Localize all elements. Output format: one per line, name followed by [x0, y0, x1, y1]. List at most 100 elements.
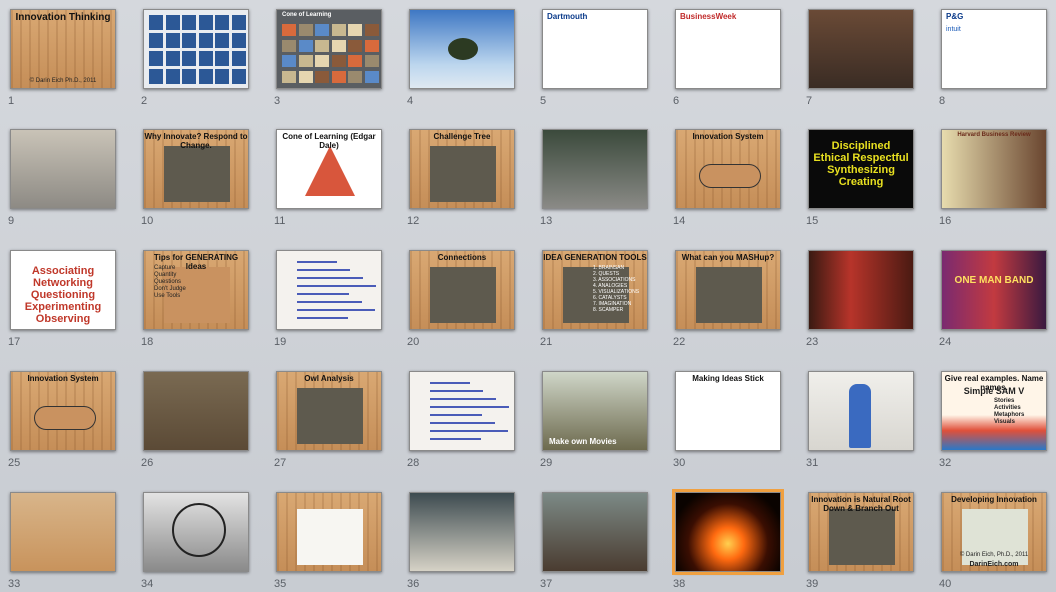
slide-thumbnail-6[interactable]: BusinessWeek [675, 9, 781, 89]
slide-number-label: 18 [141, 336, 154, 348]
slide-thumbnail-25[interactable]: Innovation System [10, 371, 116, 451]
mini-photo-tile [298, 39, 313, 52]
slide-number-label: 26 [141, 457, 154, 469]
mini-photo-tile [315, 55, 329, 67]
slide-thumbnail-17[interactable]: Associating Networking Questioning Exper… [10, 250, 116, 330]
slide-bullet-list: DarinEich.com [942, 561, 1046, 568]
slide-thumbnail-35[interactable] [276, 492, 382, 572]
mini-photo-tile [298, 70, 313, 83]
slide-thumbnail-22[interactable]: What can you MASHup? [675, 250, 781, 330]
scribble-line [430, 398, 496, 400]
slide-thumbnail-36[interactable] [409, 492, 515, 572]
slide-number-label: 10 [141, 215, 154, 227]
slide-number-label: 20 [407, 336, 420, 348]
slide-thumbnail-12[interactable]: Challenge Tree [409, 129, 515, 209]
slide-number-label: 3 [274, 95, 281, 107]
mini-photo-tile [331, 39, 346, 52]
slide-bullet-item: Don't Judge [154, 286, 186, 292]
slide-photo [297, 388, 363, 444]
slide-text: intuit [946, 26, 961, 33]
mini-slide-tile [165, 51, 180, 66]
slide-title: Cone of Learning [282, 12, 332, 18]
slide-text: Simple SAM V [963, 386, 1025, 396]
slide-thumbnail-39[interactable]: Innovation is Natural Root Down & Branch… [808, 492, 914, 572]
slide-thumbnail-14[interactable]: Innovation System [675, 129, 781, 209]
slide-number-label: 15 [806, 215, 819, 227]
mini-slide-tile [149, 69, 163, 84]
slide-number-label: 32 [939, 457, 952, 469]
slide-thumbnail-27[interactable]: Owl Analysis [276, 371, 382, 451]
mini-slide-tile [182, 69, 196, 84]
slide-bullet-item: Capture [154, 265, 176, 271]
slide-title: Make own Movies [549, 437, 617, 446]
floating-tree-image [448, 38, 478, 60]
slide-thumbnail-16[interactable]: Harvard Business Review [941, 129, 1047, 209]
slide-thumbnail-15[interactable]: Disciplined Ethical Respectful Synthesiz… [808, 129, 914, 209]
slide-title: BusinessWeek [680, 12, 737, 21]
slide-number-label: 29 [540, 457, 553, 469]
slide-bullet-item: Visuals [994, 419, 1015, 425]
slide-bullet-item: Quantity [154, 272, 177, 278]
slide-thumbnail-11[interactable]: Cone of Learning (Edgar Dale) [276, 129, 382, 209]
slide-thumbnail-30[interactable]: Making Ideas Stick [675, 371, 781, 451]
slide-bullet-list: 1. BRAINSAN 2. QUESTS 3. ASSOCIATIONS 4. AN… [593, 265, 639, 313]
scribble-line [430, 382, 470, 384]
slide-title: Innovation System [27, 374, 99, 383]
slide-thumbnail-9[interactable] [10, 129, 116, 209]
slide-thumbnail-31[interactable] [808, 371, 914, 451]
slide-thumbnail-34[interactable] [143, 492, 249, 572]
slide-thumbnail-21[interactable]: IDEA GENERATION TOOLS 1. BRAINSAN 2. QUEST… [542, 250, 648, 330]
slide-title: Connections [437, 253, 487, 262]
mini-slide-tile [182, 51, 196, 66]
mini-slide-tile [231, 51, 246, 66]
slide-title: Dartmouth [547, 12, 588, 21]
slide-thumbnail-8[interactable]: P&G intuit [941, 9, 1047, 89]
slide-thumbnail-29[interactable]: Make own Movies [542, 371, 648, 451]
slide-thumbnail-23[interactable] [808, 250, 914, 330]
slide-thumbnail-2[interactable] [143, 9, 249, 89]
slide-number-label: 6 [673, 95, 680, 107]
slide-thumbnail-40[interactable]: Developing Innovation © Darin Eich, Ph.D.… [941, 492, 1047, 572]
slide-title: IDEA GENERATION TOOLS [543, 253, 647, 262]
mini-slide-tile [198, 51, 213, 66]
slide-thumbnail-20[interactable]: Connections [409, 250, 515, 330]
slide-photo [297, 509, 363, 565]
mini-slide-tile [149, 51, 163, 66]
slide-thumbnail-10[interactable]: Why Innovate? Respond to Change. [143, 129, 249, 209]
slide-thumbnail-3[interactable]: Cone of Learning [276, 9, 382, 89]
slide-number-label: 7 [806, 95, 813, 107]
slide-thumbnail-32[interactable]: Give real examples. Name names. Simple SA… [941, 371, 1047, 451]
slide-thumbnail-38[interactable] [672, 489, 784, 575]
mini-photo-tile [331, 55, 346, 67]
slide-thumbnail-33[interactable] [10, 492, 116, 572]
mini-photo-tile [348, 70, 362, 83]
slide-thumbnail-1[interactable]: Innovation Thinking © Darin Eich Ph.D., 2… [10, 9, 116, 89]
slide-number-label: 8 [939, 95, 946, 107]
mini-slide-tile [182, 33, 196, 48]
mini-slide-tile [198, 69, 213, 84]
slide-thumbnail-28[interactable] [409, 371, 515, 451]
slide-thumbnail-5[interactable]: Dartmouth [542, 9, 648, 89]
slide-thumbnail-4[interactable] [409, 9, 515, 89]
slide-number-label: 2 [141, 95, 148, 107]
scribble-line [297, 285, 376, 287]
slide-number-label: 37 [540, 578, 553, 590]
slide-bullet-list: Stories Activities Metaphors Visuals [994, 398, 1024, 426]
slide-number-label: 28 [407, 457, 420, 469]
mini-photo-tile [315, 24, 329, 36]
mini-slide-tile [165, 15, 180, 30]
slide-thumbnail-19[interactable] [276, 250, 382, 330]
slide-bullet-item: 8. SCAMPER [593, 307, 624, 313]
slide-title: Why Innovate? Respond to Change. [144, 132, 248, 150]
person-photo [849, 384, 871, 448]
slide-number-label: 16 [939, 215, 952, 227]
slide-photo [699, 164, 761, 188]
mini-photo-tile [364, 70, 379, 83]
slide-thumbnail-24[interactable]: ONE MAN BAND [941, 250, 1047, 330]
slide-title: Harvard Business Review [957, 132, 1031, 138]
slide-thumbnail-37[interactable] [542, 492, 648, 572]
slide-thumbnail-26[interactable] [143, 371, 249, 451]
slide-thumbnail-18[interactable]: Tips for GENERATING Ideas Capture Quantity… [143, 250, 249, 330]
slide-thumbnail-7[interactable] [808, 9, 914, 89]
slide-thumbnail-13[interactable] [542, 129, 648, 209]
